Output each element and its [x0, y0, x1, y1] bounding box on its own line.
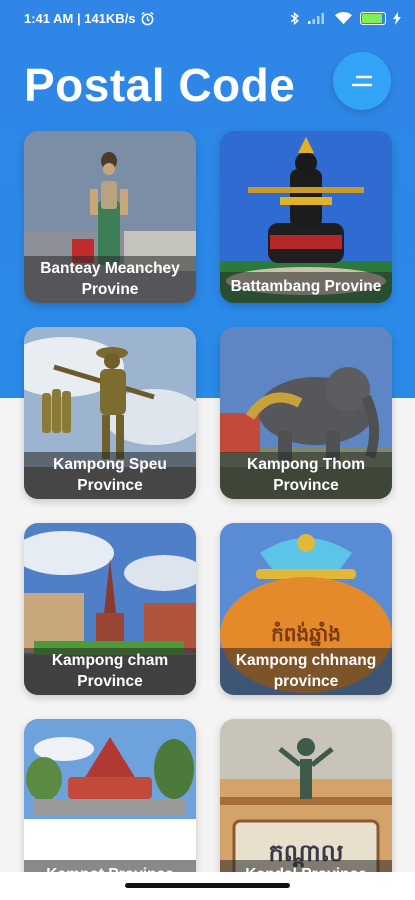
province-name: Battambang Provine: [220, 272, 392, 303]
province-name: Banteay Meanchey Provine: [24, 256, 196, 303]
province-name: Kampong Thom Province: [220, 452, 392, 499]
province-card-kampong-speu[interactable]: Kampong Speu Province: [24, 327, 196, 499]
province-card-kampot[interactable]: Kampot Province: [24, 719, 196, 891]
kampong-chhnang-sign-text: កំពង់ឆ្នាំង: [271, 621, 341, 647]
province-card-battambang[interactable]: Battambang Provine: [220, 131, 392, 303]
alarm-icon: [140, 11, 154, 25]
page-title: Postal Code: [24, 59, 296, 111]
menu-icon: [351, 75, 373, 87]
status-time: 1:41 AM | 141KB/s: [24, 10, 136, 26]
charging-icon: [393, 11, 401, 25]
bluetooth-icon: [290, 11, 299, 25]
province-name: Kampong Speu Province: [24, 452, 196, 499]
province-card-kampong-chhnang[interactable]: កំពង់ឆ្នាំង Kampong chhnang province: [220, 523, 392, 695]
province-name: Kampong chhnang province: [220, 648, 392, 695]
wifi-icon: [335, 12, 352, 25]
battery-icon: [360, 11, 386, 25]
province-card-banteay-meanchey[interactable]: Banteay Meanchey Provine: [24, 131, 196, 303]
home-indicator[interactable]: [125, 883, 290, 888]
province-name: Kampong cham Province: [24, 648, 196, 695]
status-bar: 1:41 AM | 141KB/s: [0, 0, 415, 36]
province-card-kandal[interactable]: កណ្ដាល Kandal Province: [220, 719, 392, 891]
province-card-kampong-thom[interactable]: Kampong Thom Province: [220, 327, 392, 499]
province-card-kampong-cham[interactable]: Kampong cham Province: [24, 523, 196, 695]
menu-button[interactable]: [333, 52, 391, 110]
signal-icon: [308, 13, 324, 24]
